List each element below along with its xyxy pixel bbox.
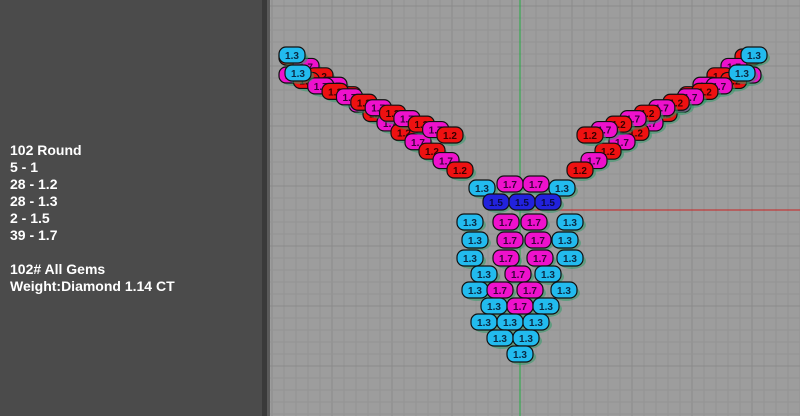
gem-size-label: 1.7 [511, 270, 525, 281]
gem-size-label: 1.3 [539, 302, 553, 313]
gem-size-label: 1.3 [541, 270, 555, 281]
gem-size-label: 1.2 [443, 131, 457, 142]
gem-size-label: 1.7 [503, 180, 517, 191]
gem-stats: 102 Round 5 - 1 28 - 1.2 28 - 1.3 2 - 1.… [10, 142, 175, 295]
gem-1-5[interactable]: 1.5 [534, 193, 564, 213]
gem-1-3[interactable]: 1.3 [556, 249, 586, 269]
gem-1-7[interactable]: 1.7 [496, 231, 526, 251]
stats-spacer [10, 244, 175, 261]
gem-size-label: 1.3 [468, 236, 482, 247]
gem-1-7[interactable]: 1.7 [496, 175, 526, 195]
gem-1-7[interactable]: 1.7 [520, 213, 550, 233]
gem-1-3[interactable]: 1.3 [506, 345, 536, 365]
gem-size-label: 1.3 [555, 184, 569, 195]
gem-size-label: 1.3 [519, 334, 533, 345]
gem-size-label: 1.3 [477, 318, 491, 329]
gem-size-label: 1.3 [463, 218, 477, 229]
gem-1-5[interactable]: 1.5 [482, 193, 512, 213]
stats-title: 102 Round [10, 142, 82, 158]
stats-line-size-1: 5 - 1 [10, 159, 39, 175]
gem-1-2[interactable]: 1.2 [576, 126, 606, 146]
gem-1-3[interactable]: 1.3 [551, 231, 581, 251]
gem-size-label: 1.2 [573, 166, 587, 177]
gem-size-label: 1.5 [489, 198, 503, 209]
gem-size-label: 1.3 [291, 69, 305, 80]
app-window: 102 Round 5 - 1 28 - 1.2 28 - 1.3 2 - 1.… [0, 0, 800, 416]
gem-size-label: 1.7 [523, 286, 537, 297]
gem-1-2[interactable]: 1.2 [566, 161, 596, 181]
gem-size-label: 1.3 [477, 270, 491, 281]
gem-size-label: 1.7 [503, 236, 517, 247]
gem-1-3[interactable]: 1.3 [278, 46, 308, 66]
gem-size-label: 1.3 [563, 254, 577, 265]
gem-size-label: 1.5 [541, 198, 555, 209]
gem-1-3[interactable]: 1.3 [284, 64, 314, 84]
gem-size-label: 1.7 [533, 254, 547, 265]
3d-viewport[interactable]: 1.21.71.21.71.21.71.21.71.21.71.21.71.21… [270, 0, 800, 416]
gem-size-label: 1.3 [493, 334, 507, 345]
stats-weight: Weight:Diamond 1.14 CT [10, 278, 175, 294]
stats-all-gems: 102# All Gems [10, 261, 106, 277]
gem-1-3[interactable]: 1.3 [556, 213, 586, 233]
gem-1-7[interactable]: 1.7 [492, 213, 522, 233]
gem-1-2[interactable]: 1.2 [446, 161, 476, 181]
gem-size-label: 1.7 [529, 180, 543, 191]
gem-1-3[interactable]: 1.3 [728, 64, 758, 84]
gem-1-3[interactable]: 1.3 [461, 231, 491, 251]
gem-1-7[interactable]: 1.7 [522, 175, 552, 195]
gem-size-label: 1.3 [463, 254, 477, 265]
stats-line-size-1-2: 28 - 1.2 [10, 176, 58, 192]
gem-size-label: 1.7 [527, 218, 541, 229]
gem-size-label: 1.5 [515, 198, 529, 209]
gem-size-label: 1.7 [499, 218, 513, 229]
gem-size-label: 1.7 [513, 302, 527, 313]
gem-size-label: 1.3 [558, 236, 572, 247]
gem-size-label: 1.7 [531, 236, 545, 247]
gem-1-3[interactable]: 1.3 [456, 213, 486, 233]
gem-size-label: 1.3 [529, 318, 543, 329]
gem-1-3[interactable]: 1.3 [740, 46, 770, 66]
gem-size-label: 1.2 [453, 166, 467, 177]
stats-line-size-1-7: 39 - 1.7 [10, 227, 58, 243]
gem-size-label: 1.3 [468, 286, 482, 297]
gem-size-label: 1.3 [513, 350, 527, 361]
gem-size-label: 1.3 [563, 218, 577, 229]
gem-1-2[interactable]: 1.2 [436, 126, 466, 146]
gem-size-label: 1.7 [493, 286, 507, 297]
gem-size-label: 1.7 [499, 254, 513, 265]
gem-size-label: 1.3 [735, 69, 749, 80]
viewport-canvas[interactable]: 1.21.71.21.71.21.71.21.71.21.71.21.71.21… [270, 0, 800, 416]
gem-size-label: 1.3 [503, 318, 517, 329]
gem-size-label: 1.2 [583, 131, 597, 142]
gem-size-label: 1.3 [285, 51, 299, 62]
side-panel: 102 Round 5 - 1 28 - 1.2 28 - 1.3 2 - 1.… [0, 0, 262, 416]
gem-1-3[interactable]: 1.3 [550, 281, 580, 301]
gem-1-5[interactable]: 1.5 [508, 193, 538, 213]
gem-size-label: 1.3 [487, 302, 501, 313]
stats-line-size-1-3: 28 - 1.3 [10, 193, 58, 209]
gem-size-label: 1.3 [475, 184, 489, 195]
gem-size-label: 1.3 [557, 286, 571, 297]
gem-1-7[interactable]: 1.7 [524, 231, 554, 251]
gem-size-label: 1.3 [747, 51, 761, 62]
stats-line-size-1-5: 2 - 1.5 [10, 210, 50, 226]
